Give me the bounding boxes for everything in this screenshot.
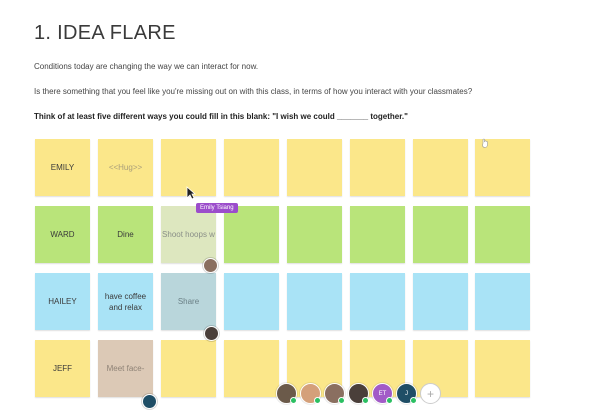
page-title: 1. IDEA FLARE [34, 22, 176, 44]
collaborator-avatar[interactable] [324, 383, 345, 404]
sticky-note[interactable] [224, 340, 279, 397]
online-status-dot [290, 397, 297, 404]
sticky-note[interactable]: have coffee and relax [98, 273, 153, 330]
collaborator-avatar[interactable] [276, 383, 297, 404]
collaborator-avatar-bar: ET J + [276, 383, 441, 405]
collaborator-avatar-initials[interactable]: J [396, 383, 417, 404]
collaborator-avatar[interactable] [300, 383, 321, 404]
plus-icon: + [426, 386, 434, 401]
sticky-note[interactable] [475, 340, 530, 397]
collaborator-marker-avatar [204, 326, 219, 341]
sticky-note-board: EMILY <<Hug>> WARD Dine Shoot hoops w HA… [35, 139, 535, 411]
online-status-dot [386, 397, 393, 404]
sticky-note[interactable] [413, 206, 468, 263]
sticky-note-being-edited[interactable]: Meet face- [98, 340, 153, 397]
hand-cursor-icon [482, 138, 488, 148]
collaborator-avatar[interactable] [348, 383, 369, 404]
sticky-note[interactable] [287, 206, 342, 263]
sticky-note[interactable] [224, 139, 279, 196]
sticky-note[interactable]: Dine [98, 206, 153, 263]
sticky-note[interactable] [475, 206, 530, 263]
avatar-initials: J [405, 390, 408, 397]
prompt-text: Think of at least five different ways yo… [34, 112, 408, 121]
sticky-note[interactable] [224, 273, 279, 330]
sticky-note[interactable] [287, 273, 342, 330]
collaborator-marker-avatar [203, 258, 218, 273]
sticky-note[interactable] [224, 206, 279, 263]
mouse-pointer-icon [186, 186, 196, 200]
sticky-note-name[interactable]: HAILEY [35, 273, 90, 330]
sticky-note[interactable] [475, 273, 530, 330]
sticky-note[interactable] [350, 139, 405, 196]
intro-text: Conditions today are changing the way we… [34, 62, 259, 71]
online-status-dot [362, 397, 369, 404]
avatar-initials: ET [378, 390, 387, 397]
sticky-note-name[interactable]: WARD [35, 206, 90, 263]
question-text: Is there something that you feel like yo… [34, 87, 473, 96]
collaborator-name-tooltip: Emily Tsiang [196, 203, 238, 213]
online-status-dot [338, 397, 345, 404]
collaborator-avatar-initials[interactable]: ET [372, 383, 393, 404]
sticky-note[interactable] [350, 206, 405, 263]
online-status-dot [314, 397, 321, 404]
collaborator-marker-avatar [142, 394, 157, 409]
sticky-note[interactable] [413, 273, 468, 330]
add-collaborator-button[interactable]: + [420, 383, 441, 404]
sticky-note-being-edited[interactable]: Share [161, 273, 216, 330]
sticky-note[interactable] [287, 139, 342, 196]
online-status-dot [410, 397, 417, 404]
sticky-note-name[interactable]: EMILY [35, 139, 90, 196]
sticky-note[interactable] [350, 273, 405, 330]
sticky-note-name[interactable]: JEFF [35, 340, 90, 397]
sticky-note[interactable]: <<Hug>> [98, 139, 153, 196]
sticky-note[interactable] [413, 139, 468, 196]
sticky-note[interactable] [161, 340, 216, 397]
sticky-note-being-edited[interactable]: Shoot hoops w [161, 206, 216, 263]
